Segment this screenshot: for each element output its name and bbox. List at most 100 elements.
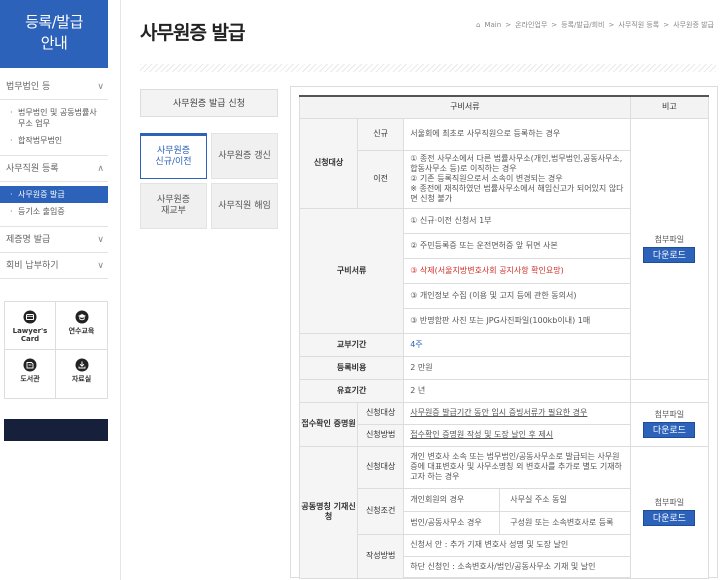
tab-dismissal[interactable]: 사무직원 해임 — [211, 183, 278, 229]
sidebar-menu: 법무법인 등 ∨ 법무법인 및 공동법률사무소 업무 합작법무법인 사무직원 등… — [0, 74, 108, 279]
quick-link-archive[interactable]: 자료실 — [56, 350, 107, 398]
period-value: 4주 — [403, 332, 631, 357]
sidebar-banner[interactable] — [4, 419, 108, 441]
method-item: 신청서 안 : 추가 기재 변호사 성명 및 도장 날인 — [403, 533, 631, 557]
transfer-description: ① 종전 사무소에서 다른 법률사무소(개인,법무법인,공동사무소, 합동사무소… — [403, 149, 631, 209]
row-label-period: 교부기간 — [298, 332, 405, 357]
cond-row-2: 법인/공동사무소 경우 구성원 또는 소속변호사로 등록 — [403, 510, 631, 535]
docs-attachment-cell: 첨부파일 다운로드 — [629, 117, 710, 380]
row-sublabel-joint-target: 신청대상 — [357, 445, 405, 489]
graduation-icon — [75, 310, 88, 324]
download-button-docs[interactable]: 다운로드 — [643, 246, 696, 263]
chevron-down-icon: ∨ — [97, 82, 104, 92]
column-header-note: 비고 — [629, 95, 710, 119]
quick-link-label: Card — [20, 335, 40, 343]
sidebar-item-label: 법무법인 등 — [6, 82, 51, 92]
tab-reissue[interactable]: 사무원증 재교부 — [140, 183, 207, 229]
row-label-joint: 공동명칭 기재신청 — [298, 445, 359, 579]
separator: > — [663, 21, 670, 29]
download-button-joint[interactable]: 다운로드 — [643, 510, 696, 527]
sidebar-subitem-staff-card[interactable]: 사무원증 발급 — [0, 186, 108, 203]
page: 등록/발급 안내 법무법인 등 ∨ 법무법인 및 공동법률사무소 업무 합작법무… — [0, 0, 720, 580]
cond-value: 구성원 또는 소속변호사로 등록 — [510, 517, 614, 527]
quick-link-label: Lawyer's — [12, 327, 48, 335]
valid-value: 2 년 — [403, 378, 631, 403]
attachment-label: 첨부파일 — [654, 410, 685, 419]
requirements-table: 구비서류 비고 신청대상 신규 서울회에 최초로 사무직원으로 등록하는 경우 … — [298, 95, 710, 579]
sidebar-header-line2: 안내 — [40, 34, 68, 52]
book-icon — [23, 358, 37, 372]
quick-links: Lawyer's Card 연수교육 도서관 자료실 — [4, 301, 108, 399]
row-label-receipt: 접수확인 증명원 — [298, 401, 359, 447]
breadcrumb-item[interactable]: Main — [484, 21, 501, 29]
doc-item: ③ 개인정보 수집 (이용 및 고지 등에 관한 동의서) — [403, 282, 631, 309]
row-sublabel-receipt-target: 신청대상 — [357, 401, 405, 425]
breadcrumb-item[interactable]: 온라인업무 — [515, 21, 547, 29]
row-sublabel-joint-cond: 신청조건 — [357, 487, 405, 535]
sidebar-item-label: 제증명 발급 — [6, 235, 51, 245]
download-icon — [75, 358, 88, 372]
tab-label: 사무원증 — [156, 195, 191, 205]
chevron-down-icon: ∨ — [97, 235, 104, 245]
row-sublabel-new: 신규 — [357, 117, 405, 151]
doc-item: ② 주민등록증 또는 운전면허증 앞 뒤면 사본 — [403, 232, 631, 259]
card-icon — [23, 310, 37, 324]
row-label-target: 신청대상 — [298, 117, 359, 209]
quick-link-label: 자료실 — [71, 375, 92, 383]
fee-value: 2 만원 — [403, 355, 631, 380]
download-button-receipt[interactable]: 다운로드 — [643, 422, 696, 438]
quick-link-library[interactable]: 도서관 — [5, 350, 56, 398]
sidebar-submenu-law-firm: 법무법인 및 공동법률사무소 업무 합작법무법인 — [0, 100, 108, 156]
empty-cell — [629, 378, 710, 403]
receipt-target-desc: 사무원증 발급기간 동안 임시 증빙서류가 필요한 경우 — [403, 401, 631, 425]
sidebar-subitem-joint-office[interactable]: 법무법인 및 공동법률사무소 업무 — [0, 104, 108, 132]
divider — [120, 0, 121, 580]
sidebar-item-staff-registration[interactable]: 사무직원 등록 ∧ — [0, 156, 108, 182]
row-sublabel-joint-method: 작성방법 — [357, 533, 405, 579]
quick-link-training[interactable]: 연수교육 — [56, 302, 107, 350]
tab-label: 사무직원 해임 — [218, 200, 271, 211]
sidebar-item-certificates[interactable]: 제증명 발급 ∨ — [0, 227, 108, 253]
tab-label: 재교부 — [161, 206, 186, 216]
doc-item-deleted: ③ 삭제(서울지방변호사회 공지사항 확인요망) — [403, 257, 631, 284]
apply-tab[interactable]: 사무원증 발급 신청 — [140, 89, 278, 117]
attachment-label: 첨부파일 — [654, 234, 685, 244]
sidebar-item-label: 사무직원 등록 — [6, 164, 59, 174]
breadcrumb-item[interactable]: 사무직원 등록 — [618, 21, 659, 29]
sidebar-item-label: 회비 납부하기 — [6, 261, 59, 271]
sidebar-item-dues[interactable]: 회비 납부하기 ∨ — [0, 253, 108, 279]
quick-link-lawyers-card[interactable]: Lawyer's Card — [5, 302, 56, 350]
breadcrumb-item[interactable]: 등록/발급/회비 — [561, 21, 604, 29]
cond-type: 법인/공동사무소 경우 — [404, 511, 501, 534]
new-description: 서울회에 최초로 사무직원으로 등록하는 경우 — [403, 117, 631, 151]
sidebar-header-line1: 등록/발급 — [25, 13, 83, 31]
home-icon[interactable]: ⌂ — [476, 21, 480, 29]
chevron-down-icon: ∨ — [97, 261, 104, 271]
sidebar-item-law-firm[interactable]: 법무법인 등 ∨ — [0, 74, 108, 100]
tab-label: 신규/이전 — [155, 157, 192, 167]
doc-item: ③ 반명함판 사진 또는 JPG사진파일(100kb이내) 1매 — [403, 307, 631, 334]
separator: > — [505, 21, 512, 29]
receipt-method-desc: 접수확인 증명원 작성 및 도장 날인 후 제시 — [403, 423, 631, 447]
cond-type: 개인회원의 경우 — [404, 488, 501, 511]
receipt-attachment-cell: 첨부파일 다운로드 — [629, 401, 710, 447]
row-sublabel-receipt-method: 신청방법 — [357, 423, 405, 447]
tab-renewal[interactable]: 사무원증 갱신 — [211, 133, 278, 179]
column-header-docs: 구비서류 — [299, 95, 631, 119]
sidebar-header: 등록/발급 안내 — [0, 0, 108, 68]
row-sublabel-transfer: 이전 — [357, 149, 405, 209]
page-title: 사무원증 발급 — [140, 22, 245, 44]
spacer — [404, 578, 631, 579]
breadcrumb-current: 사무원증 발급 — [673, 21, 714, 29]
quick-link-label: 연수교육 — [68, 327, 95, 335]
tab-group: 사무원증 신규/이전 사무원증 갱신 사무원증 재교부 사무직원 해임 — [140, 133, 278, 229]
doc-item: ① 신규·이전 신청서 1부 — [403, 207, 631, 234]
method-item: 하단 신청인 : 소속변호사/법인/공동사무소 기재 및 날인 — [403, 555, 631, 579]
row-label-valid: 유효기간 — [298, 378, 405, 403]
breadcrumb: ⌂ Main > 온라인업무 > 등록/발급/회비 > 사무직원 등록 > 사무원증 발급 — [474, 20, 716, 30]
sidebar-subitem-joint-venture[interactable]: 합작법무법인 — [0, 132, 108, 149]
tab-label: 사무원증 갱신 — [218, 150, 271, 161]
tab-new-transfer[interactable]: 사무원증 신규/이전 — [140, 133, 207, 179]
sidebar-subitem-registry-pass[interactable]: 등기소 출입증 — [0, 203, 108, 220]
row-label-docs: 구비서류 — [298, 207, 405, 334]
